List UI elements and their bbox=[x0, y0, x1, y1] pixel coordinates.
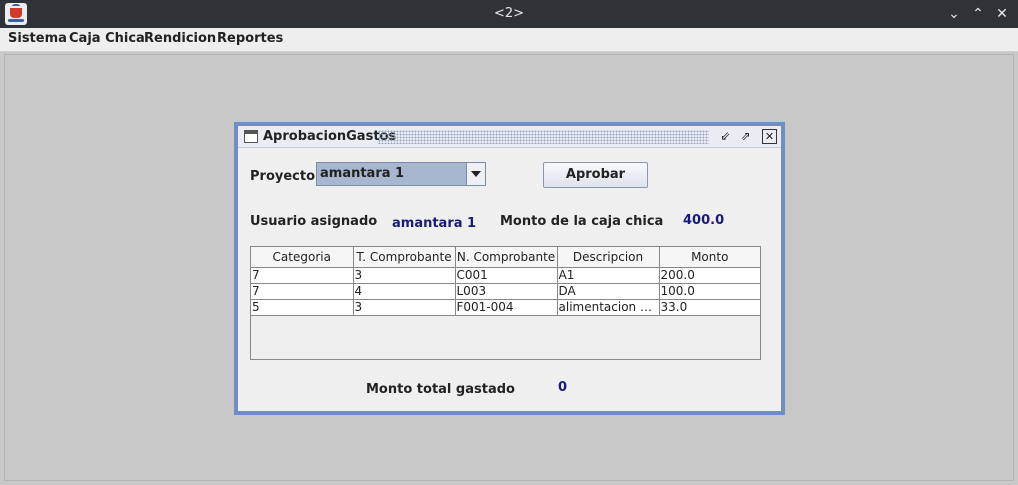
cell-monto: 33.0 bbox=[659, 299, 760, 316]
minimize-icon[interactable]: ⌄ bbox=[944, 4, 964, 24]
menu-caja-chica[interactable]: Caja Chica bbox=[69, 31, 145, 46]
usuario-asignado-value: amantara 1 bbox=[392, 216, 477, 231]
cell-n-comprobante: L003 bbox=[455, 283, 558, 300]
usuario-asignado-label: Usuario asignado bbox=[250, 214, 378, 229]
cell-t-comprobante: 3 bbox=[353, 267, 456, 284]
frame-title: AprobacionGastos bbox=[263, 129, 397, 144]
chevron-down-icon[interactable] bbox=[466, 163, 485, 185]
cell-categoria: 7 bbox=[251, 283, 354, 300]
column-header-categoria[interactable]: Categoria bbox=[251, 247, 354, 268]
frame-titlebar[interactable]: AprobacionGastos ⇙ ⇗ ✕ bbox=[238, 126, 781, 148]
column-header-n-comprobante[interactable]: N. Comprobante bbox=[455, 247, 558, 268]
cell-monto: 200.0 bbox=[659, 267, 760, 284]
monto-caja-label: Monto de la caja chica bbox=[500, 214, 664, 229]
cell-t-comprobante: 4 bbox=[353, 283, 456, 300]
window-title: <2> bbox=[493, 6, 525, 21]
iconify-icon[interactable]: ⇙ bbox=[718, 129, 733, 144]
table-row[interactable]: 5 3 F001-004 alimentacion di... 33.0 bbox=[251, 299, 760, 316]
proyecto-label: Proyecto bbox=[250, 169, 316, 184]
cell-t-comprobante: 3 bbox=[353, 299, 456, 316]
column-header-monto[interactable]: Monto bbox=[659, 247, 760, 268]
cell-n-comprobante: F001-004 bbox=[455, 299, 558, 316]
menu-rendicion[interactable]: Rendicion bbox=[144, 31, 216, 46]
cell-descripcion: A1 bbox=[557, 267, 660, 284]
monto-total-label: Monto total gastado bbox=[366, 382, 515, 397]
cell-monto: 100.0 bbox=[659, 283, 760, 300]
frame-icon bbox=[244, 130, 258, 143]
aprobar-button[interactable]: Aprobar bbox=[543, 162, 648, 188]
menu-bar: Sistema Caja Chica Rendicion Reportes bbox=[0, 28, 1018, 52]
cell-descripcion: DA bbox=[557, 283, 660, 300]
aprobacion-gastos-frame: AprobacionGastos ⇙ ⇗ ✕ Proyecto amantara… bbox=[234, 122, 785, 415]
cell-categoria: 5 bbox=[251, 299, 354, 316]
monto-total-value: 0 bbox=[558, 380, 568, 395]
maximize-icon[interactable]: ⌃ bbox=[968, 4, 988, 24]
table-row[interactable]: 7 3 C001 A1 200.0 bbox=[251, 267, 760, 284]
proyecto-selected-value: amantara 1 bbox=[320, 166, 405, 181]
gastos-table[interactable]: Categoria T. Comprobante N. Comprobante … bbox=[250, 246, 761, 360]
cell-descripcion: alimentacion di... bbox=[557, 299, 660, 316]
proyecto-select[interactable]: amantara 1 bbox=[316, 162, 486, 186]
table-header-row: Categoria T. Comprobante N. Comprobante … bbox=[251, 247, 760, 268]
close-icon[interactable]: ✕ bbox=[992, 4, 1012, 24]
monto-caja-value: 400.0 bbox=[683, 213, 725, 228]
menu-reportes[interactable]: Reportes bbox=[217, 31, 283, 46]
column-header-descripcion[interactable]: Descripcion bbox=[557, 247, 660, 268]
window-titlebar: <2> ⌄ ⌃ ✕ bbox=[0, 0, 1018, 28]
maximize-frame-icon[interactable]: ⇗ bbox=[738, 129, 753, 144]
cell-categoria: 7 bbox=[251, 267, 354, 284]
cell-n-comprobante: C001 bbox=[455, 267, 558, 284]
close-frame-icon[interactable]: ✕ bbox=[762, 129, 777, 144]
table-row[interactable]: 7 4 L003 DA 100.0 bbox=[251, 283, 760, 300]
column-header-t-comprobante[interactable]: T. Comprobante bbox=[353, 247, 456, 268]
menu-sistema[interactable]: Sistema bbox=[8, 31, 67, 46]
